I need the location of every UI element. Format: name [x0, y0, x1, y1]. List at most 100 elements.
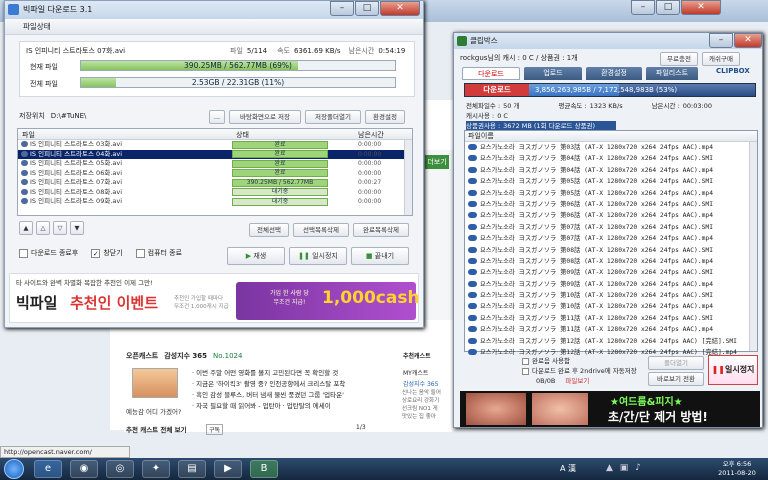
- exit-button[interactable]: ■ 끝내기: [351, 247, 409, 265]
- list-item[interactable]: 요스가노소라 ヨスガノソラ 第06話 (AT-X 1280x720 x264 2…: [465, 199, 757, 210]
- more-button[interactable]: 더보기: [425, 155, 449, 169]
- taskbar-folder-icon[interactable]: ▤: [178, 460, 206, 478]
- minimize-icon[interactable]: –: [709, 33, 733, 48]
- close-icon[interactable]: ✕: [681, 0, 721, 15]
- side-item[interactable]: 상로요리 강화기: [402, 397, 452, 405]
- bigfile-ad-banner[interactable]: 타 사이트와 완벽 차별화 복잡한 추천인 이제 그만! 빅파일 추천인 이벤트…: [9, 273, 420, 323]
- news-item[interactable]: · 흑인 감성 블루스, 버터 냄새 물씬 풍겼던 그룹 '업타운': [192, 390, 414, 401]
- col-status[interactable]: 상태: [236, 130, 249, 140]
- list-item[interactable]: 요스가노소라 ヨスガノソラ 第04話 (AT-X 1280x720 x264 2…: [465, 165, 757, 176]
- list-item[interactable]: 요스가노소라 ヨスガノソラ 第10話 (AT-X 1280x720 x264 2…: [465, 290, 757, 301]
- maximize-icon[interactable]: □: [355, 1, 379, 16]
- opencast-sub[interactable]: 감성지수 365: [164, 351, 207, 361]
- list-item[interactable]: 요스가노소라 ヨスガノソラ 第10話 (AT-X 1280x720 x264 2…: [465, 301, 757, 312]
- side-item[interactable]: 신나는 음악 들어: [402, 389, 452, 397]
- col-remain[interactable]: 남은시간: [358, 130, 384, 140]
- delete-selected-button[interactable]: 선택목록삭제: [293, 223, 349, 237]
- taskbar-ie-icon[interactable]: e: [34, 460, 62, 478]
- table-row[interactable]: IS 인피니티 스트라토스 09화.avi 대기중 0:00:00: [18, 197, 412, 207]
- list-item[interactable]: 요스가노소라 ヨスガノソラ 第03話 (AT-X 1280x720 x264 2…: [465, 142, 757, 153]
- taskbar-fox-icon[interactable]: ✦: [142, 460, 170, 478]
- move-up-icon[interactable]: △: [36, 221, 50, 235]
- col-file[interactable]: 파일: [22, 130, 35, 140]
- pause-button[interactable]: ❚❚ 일시정지: [289, 247, 347, 265]
- move-bottom-icon[interactable]: ▼: [70, 221, 84, 235]
- file-list-header[interactable]: 파일이름: [465, 131, 757, 142]
- subscribe-button[interactable]: 구독: [206, 424, 224, 435]
- tab-settings[interactable]: 환경설정: [586, 67, 642, 80]
- file-list-scrollbar[interactable]: [749, 142, 757, 351]
- shutdown-checkbox[interactable]: [135, 248, 145, 258]
- news-item[interactable]: · 이번 주말 어떤 영화를 볼지 고민된다면 꼭 확인할 것: [192, 368, 414, 379]
- settings-button[interactable]: 환경설정: [365, 110, 405, 124]
- file-view-link[interactable]: 파일보기: [565, 376, 589, 386]
- tray-icons[interactable]: ▲ ▣ ♪: [606, 463, 666, 475]
- table-row[interactable]: IS 인피니티 스트라토스 03화.avi 완료 0:00:00: [18, 140, 412, 150]
- minimize-icon[interactable]: –: [631, 0, 655, 15]
- list-item[interactable]: 요스가노소라 ヨスガノソラ 第09話 (AT-X 1280x720 x264 2…: [465, 279, 757, 290]
- open-folder-button[interactable]: 폴더열기: [648, 356, 704, 370]
- list-item[interactable]: 요스가노소라 ヨスガノソラ 第05話 (AT-X 1280x720 x264 2…: [465, 176, 757, 187]
- browse-button[interactable]: ...: [209, 110, 225, 124]
- tab-upload[interactable]: 업로드: [524, 67, 582, 80]
- ime-indicator[interactable]: A 漢: [560, 463, 576, 474]
- close-icon[interactable]: ✕: [380, 1, 420, 16]
- news-thumbnail[interactable]: [132, 368, 178, 398]
- minimize-checkbox[interactable]: ✓: [91, 248, 101, 258]
- side-item[interactable]: 선크림 NO1 게: [402, 405, 452, 413]
- play-label: 재생: [253, 252, 267, 260]
- sound-checkbox[interactable]: [522, 357, 529, 365]
- table-row[interactable]: IS 인피니티 스트라토스 06화.avi 완료 0:00:00: [18, 169, 412, 179]
- list-item[interactable]: 요스가노소라 ヨスガノソラ 第12話 (AT-X 1280x720 x264 2…: [465, 336, 757, 347]
- clipbox-ad-banner[interactable]: ★여드름&피지★ 초/간/단 제거 방법!: [460, 391, 760, 427]
- maximize-icon[interactable]: □: [656, 0, 680, 15]
- list-item[interactable]: 요스가노소라 ヨスガノソラ 第04話 (AT-X 1280x720 x264 2…: [465, 153, 757, 164]
- delete-done-button[interactable]: 완료목록삭제: [353, 223, 409, 237]
- table-row[interactable]: IS 인피니티 스트라토스 08화.avi 대기중 0:00:00: [18, 188, 412, 198]
- news-list: · 이번 주말 어떤 영화를 볼지 고민된다면 꼭 확인할 것 · 지금은 '하이…: [192, 368, 414, 412]
- file-table-scrollbar[interactable]: [404, 140, 412, 215]
- move-down-icon[interactable]: ▽: [53, 221, 67, 235]
- select-all-button[interactable]: 전체선택: [249, 223, 289, 237]
- minimize-icon[interactable]: –: [330, 1, 354, 16]
- taskbar-player-icon[interactable]: ▶: [214, 460, 242, 478]
- auto-save-checkbox[interactable]: [522, 367, 529, 375]
- open-save-folder-button[interactable]: 저장폴더열기: [305, 110, 361, 124]
- list-item[interactable]: 요스가노소라 ヨスガノソラ 第05話 (AT-X 1280x720 x264 2…: [465, 188, 757, 199]
- taskbar-chrome-icon[interactable]: ◎: [106, 460, 134, 478]
- clipbox-pause-button[interactable]: ❚❚일시정지: [708, 355, 758, 385]
- list-item[interactable]: 요스가노소라 ヨスガノソラ 第06話 (AT-X 1280x720 x264 2…: [465, 210, 757, 221]
- recommend-cast-link[interactable]: 추천 캐스트 전체 보기: [126, 424, 187, 434]
- list-item[interactable]: 요스가노소라 ヨスガノソラ 第09話 (AT-X 1280x720 x264 2…: [465, 267, 757, 278]
- close-after-checkbox[interactable]: [19, 248, 28, 258]
- taskbar-bigfile-icon[interactable]: B: [250, 460, 278, 478]
- taskbar-firefox-icon[interactable]: ◉: [70, 460, 98, 478]
- list-item[interactable]: 요스가노소라 ヨスガノソラ 第08話 (AT-X 1280x720 x264 2…: [465, 256, 757, 267]
- free-charge-button[interactable]: 무료충전: [660, 52, 698, 66]
- direct-view-button[interactable]: 바로보기 전환: [648, 372, 704, 386]
- table-row[interactable]: IS 인피니티 스트라토스 05화.avi 완료 0:00:00: [18, 159, 412, 169]
- tab-filelist[interactable]: 파일리스트: [646, 67, 698, 80]
- list-item[interactable]: 요스가노소라 ヨスガノソラ 第11話 (AT-X 1280x720 x264 2…: [465, 324, 757, 335]
- list-item[interactable]: 요스가노소라 ヨスガノソラ 第07話 (AT-X 1280x720 x264 2…: [465, 222, 757, 233]
- close-icon[interactable]: ✕: [734, 33, 762, 48]
- list-item[interactable]: 요스가노소라 ヨスガノソラ 第07話 (AT-X 1280x720 x264 2…: [465, 233, 757, 244]
- table-row[interactable]: IS 인피니티 스트라토스 04화.avi 완료 0:00:00: [18, 149, 412, 159]
- move-top-icon[interactable]: ▲: [19, 221, 33, 235]
- play-button[interactable]: ▶ 재생: [227, 247, 285, 265]
- cash-buy-button[interactable]: 캐쉬구매: [702, 52, 740, 66]
- side-my[interactable]: MY캐스트: [402, 367, 452, 378]
- start-button-icon[interactable]: [4, 459, 24, 479]
- news-pager[interactable]: 1/3: [356, 424, 366, 431]
- side-item[interactable]: 맛있는 집 좋아: [402, 413, 452, 421]
- news-item[interactable]: · 지금은 '하이킥3' 촬영 중? 인천공항에서 크리스탈 포착: [192, 379, 414, 390]
- list-item[interactable]: 요스가노소라 ヨスガノソラ 第11話 (AT-X 1280x720 x264 2…: [465, 313, 757, 324]
- clock[interactable]: 오후 6:56 2011-08-20: [708, 460, 766, 478]
- table-row[interactable]: IS 인피니티 스트라토스 07화.avi 390.25MB / 562.77MB…: [18, 178, 412, 188]
- list-item[interactable]: 요스가노소라 ヨスガノソラ 第08話 (AT-X 1280x720 x264 2…: [465, 245, 757, 256]
- side-sub[interactable]: 감성지수 365: [402, 378, 452, 389]
- news-item[interactable]: · 자국 필요할 때 읽어봐 - 업탄아 · 업탄탈의 에세이: [192, 401, 414, 412]
- tab-download[interactable]: 다운로드: [462, 67, 520, 80]
- save-to-desktop-button[interactable]: 바탕화면으로 저장: [229, 110, 301, 124]
- news-caption[interactable]: 예능감 어디 가겠어?: [126, 406, 181, 416]
